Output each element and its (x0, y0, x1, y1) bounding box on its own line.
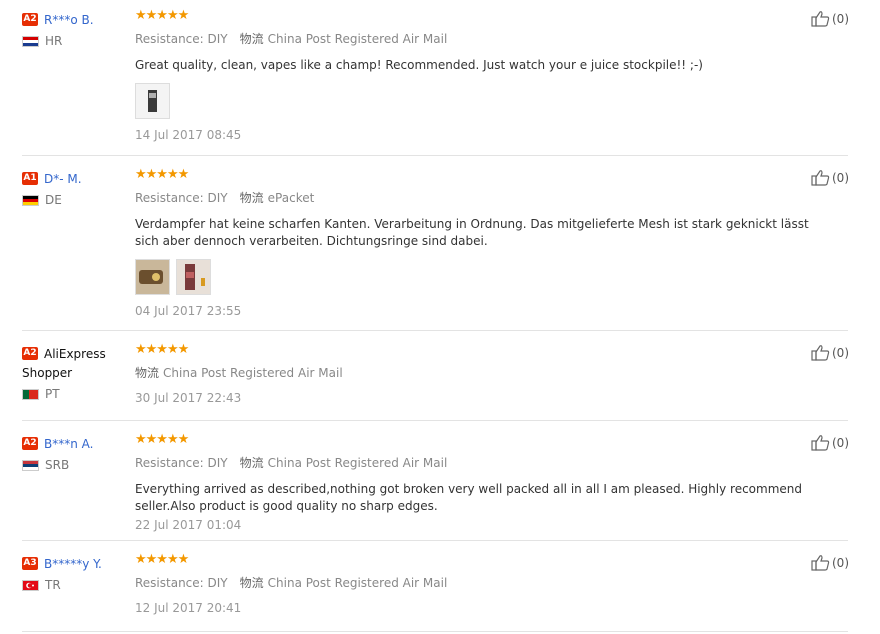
review-meta: Resistance: DIY 物流 China Post Registered A… (135, 454, 815, 471)
buyer-level-badge: A1 (22, 172, 38, 185)
review-text: Great quality, clean, vapes like a champ… (135, 58, 703, 72)
review-content: ★★★★★ Resistance: DIY 物流 ePacket Verdampfe… (135, 168, 815, 318)
review-content: ★★★★★ Resistance: DIY 物流 China Post Regist… (135, 433, 815, 532)
flag-pt-icon (22, 389, 39, 400)
review-divider (22, 631, 848, 632)
buyer-level-badge: A3 (22, 557, 38, 570)
flag-hr-icon (22, 36, 39, 47)
reviewer-country: HR (22, 34, 132, 48)
review-date: 14 Jul 2017 08:45 (135, 128, 242, 142)
helpful-button[interactable]: (0) (811, 554, 849, 571)
resistance-option: Resistance: DIY (135, 191, 228, 205)
helpful-button[interactable]: (0) (811, 344, 849, 361)
thumbs-up-icon (811, 11, 830, 27)
flag-de-icon (22, 195, 39, 206)
country-code: PT (45, 387, 60, 401)
logistics-label: 物流 (135, 366, 160, 380)
review-divider (22, 420, 848, 421)
review-photo-thumbnail[interactable] (176, 259, 211, 295)
reviewer-info: A3 B*****y Y. TR (22, 553, 132, 592)
review-text: Everything arrived as described,nothing … (135, 482, 803, 513)
logistics-label: 物流 (239, 456, 264, 470)
flag-tr-icon (22, 580, 39, 591)
thumbs-up-icon (811, 435, 830, 451)
reviewer-info: A1 D*- M. DE (22, 168, 132, 207)
review-content: ★★★★★ 物流 China Post Registered Air Mail 3… (135, 343, 815, 405)
helpful-count: (0) (832, 435, 849, 450)
thumbs-up-icon (811, 170, 830, 186)
helpful-count: (0) (832, 170, 849, 185)
reviewer-name[interactable]: B***n A. (44, 437, 93, 451)
thumbs-up-icon (811, 555, 830, 571)
helpful-button[interactable]: (0) (811, 169, 849, 186)
review-date: 12 Jul 2017 20:41 (135, 601, 242, 615)
star-rating: ★★★★★ (135, 8, 189, 23)
review-divider (22, 540, 848, 541)
reviewer-country: SRB (22, 458, 132, 472)
buyer-level-badge: A2 (22, 437, 38, 450)
reviewer-name[interactable]: D*- M. (44, 172, 82, 186)
review-content: ★★★★★ Resistance: DIY 物流 China Post Regist… (135, 553, 815, 615)
review-meta: Resistance: DIY 物流 China Post Registered A… (135, 30, 815, 47)
review-divider (22, 155, 848, 156)
resistance-option: Resistance: DIY (135, 456, 228, 470)
review-date: 04 Jul 2017 23:55 (135, 304, 242, 318)
resistance-option: Resistance: DIY (135, 576, 228, 590)
shipping-method: China Post Registered Air Mail (267, 32, 448, 46)
logistics-label: 物流 (239, 32, 264, 46)
helpful-button[interactable]: (0) (811, 434, 849, 451)
buyer-level-badge: A2 (22, 347, 38, 360)
review-text: Verdampfer hat keine scharfen Kanten. Ve… (135, 217, 809, 248)
review-photo-thumbnail[interactable] (135, 83, 170, 119)
star-rating: ★★★★★ (135, 432, 189, 447)
star-rating: ★★★★★ (135, 342, 189, 357)
review-photos (135, 83, 815, 121)
logistics-label: 物流 (239, 191, 264, 205)
review-date: 30 Jul 2017 22:43 (135, 391, 242, 405)
country-code: DE (45, 193, 62, 207)
reviewer-country: DE (22, 193, 132, 207)
shipping-method: China Post Registered Air Mail (267, 456, 448, 470)
shipping-method: China Post Registered Air Mail (267, 576, 448, 590)
reviewer-country: TR (22, 578, 132, 592)
helpful-count: (0) (832, 11, 849, 26)
logistics-label: 物流 (239, 576, 264, 590)
reviewer-info: A2 AliExpress Shopper PT (22, 343, 132, 401)
country-code: HR (45, 34, 63, 48)
reviewer-info: A2 R***o B. HR (22, 9, 132, 48)
review-photos (135, 259, 815, 297)
country-code: TR (45, 578, 61, 592)
review-meta: 物流 China Post Registered Air Mail (135, 364, 815, 381)
thumbs-up-icon (811, 345, 830, 361)
reviewer-info: A2 B***n A. SRB (22, 433, 132, 472)
helpful-count: (0) (832, 555, 849, 570)
reviewer-name[interactable]: R***o B. (44, 13, 94, 27)
star-rating: ★★★★★ (135, 167, 189, 182)
review-date: 22 Jul 2017 01:04 (135, 518, 242, 532)
shipping-method: ePacket (267, 191, 315, 205)
reviewer-country: PT (22, 387, 132, 401)
review-divider (22, 330, 848, 331)
helpful-button[interactable]: (0) (811, 10, 849, 27)
helpful-count: (0) (832, 345, 849, 360)
review-content: ★★★★★ Resistance: DIY 物流 China Post Regist… (135, 9, 815, 142)
reviewer-name[interactable]: B*****y Y. (44, 557, 102, 571)
review-meta: Resistance: DIY 物流 China Post Registered A… (135, 574, 815, 591)
flag-rs-icon (22, 460, 39, 471)
shipping-method: China Post Registered Air Mail (163, 366, 343, 380)
buyer-level-badge: A2 (22, 13, 38, 26)
review-photo-thumbnail[interactable] (135, 259, 170, 295)
star-rating: ★★★★★ (135, 552, 189, 567)
review-meta: Resistance: DIY 物流 ePacket (135, 189, 815, 206)
resistance-option: Resistance: DIY (135, 32, 228, 46)
country-code: SRB (45, 458, 70, 472)
